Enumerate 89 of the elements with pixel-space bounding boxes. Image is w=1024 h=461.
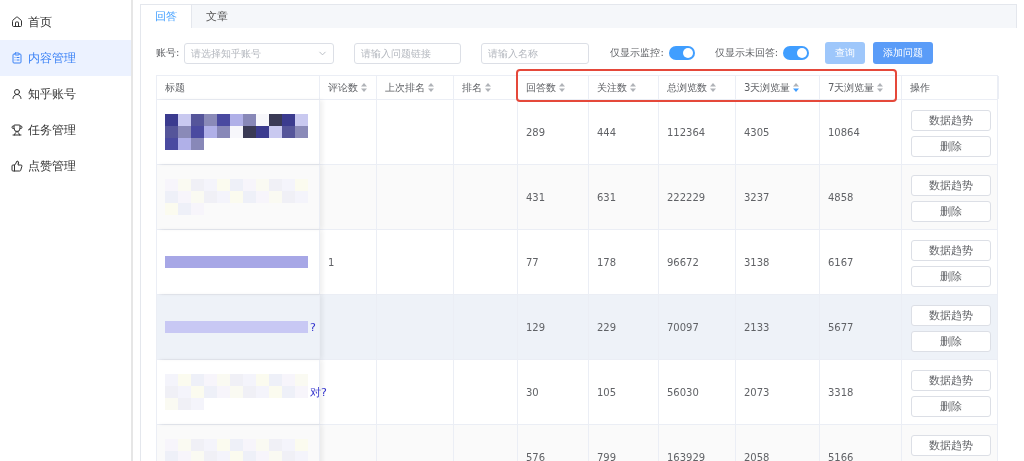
column-header[interactable]: 7天浏览量 — [820, 76, 902, 99]
column-title: 标题 — [165, 80, 185, 95]
column-title: 排名 — [462, 80, 482, 95]
sort-icon[interactable] — [361, 83, 367, 92]
table-cell: 222229 — [659, 165, 736, 229]
column-header[interactable]: 上次排名 — [377, 76, 454, 99]
sort-icon[interactable] — [428, 83, 434, 92]
title-text: ? — [310, 320, 316, 334]
sort-icon[interactable] — [559, 83, 565, 92]
table-cell: 3138 — [736, 230, 820, 294]
sort-icon[interactable] — [877, 83, 884, 92]
toggle-switch[interactable] — [668, 46, 695, 60]
column-header[interactable]: 评论数 — [320, 76, 377, 99]
toggle-switch[interactable] — [783, 46, 810, 60]
data-trend-button[interactable]: 数据趋势 — [911, 110, 991, 131]
table-cell: 70097 — [659, 295, 736, 359]
delete-button[interactable]: 删除 — [911, 266, 991, 287]
home-icon — [11, 16, 23, 28]
table-cell: 576 — [518, 425, 589, 461]
account-label: 账号: — [156, 46, 180, 60]
table-cell: 444 — [589, 100, 659, 164]
table-cell: 178 — [589, 230, 659, 294]
table-cell: 4858 — [820, 165, 902, 229]
column-title: 关注数 — [597, 80, 627, 95]
column-header[interactable]: 排名 — [454, 76, 518, 99]
data-trend-button[interactable]: 数据趋势 — [911, 370, 991, 391]
column-title: 3天浏览量 — [744, 80, 791, 95]
delete-button[interactable]: 删除 — [911, 396, 991, 417]
table-cell: 5677 — [820, 295, 902, 359]
switch-label: 仅显示监控: — [610, 46, 664, 60]
user-icon — [11, 88, 23, 100]
account-select[interactable]: 请选择知乎账号 — [184, 42, 335, 64]
name-input-field[interactable]: 请输入名称 — [481, 42, 590, 64]
sidebar-item[interactable]: 首页 — [0, 4, 131, 40]
column-title: 操作 — [910, 80, 930, 95]
table-cell: 112364 — [659, 100, 736, 164]
table-cell: 3318 — [820, 360, 902, 424]
column-title: 总浏览数 — [667, 80, 707, 95]
table-cell: 2133 — [736, 295, 820, 359]
sidebar-item[interactable]: 任务管理 — [0, 112, 131, 148]
sort-icon[interactable] — [485, 83, 491, 92]
delete-button[interactable]: 删除 — [911, 331, 991, 352]
sort-icon[interactable] — [630, 83, 636, 92]
sort-icon[interactable] — [710, 83, 716, 92]
table-cell: 3237 — [736, 165, 820, 229]
link-input-field[interactable]: 请输入问题链接 — [354, 42, 462, 64]
table-cell: 105 — [589, 360, 659, 424]
sidebar-item[interactable]: 知乎账号 — [0, 76, 131, 112]
table-cell: 96672 — [659, 230, 736, 294]
data-trend-button[interactable]: 数据趋势 — [911, 305, 991, 326]
table-cell: 289 — [518, 100, 589, 164]
sort-icon[interactable] — [793, 83, 800, 92]
thumbs-up-icon — [11, 160, 23, 172]
table-cell: 5166 — [820, 425, 902, 461]
table-cell: 631 — [589, 165, 659, 229]
delete-button[interactable]: 删除 — [911, 201, 991, 222]
column-title: 7天浏览量 — [828, 80, 875, 95]
table-cell: 4305 — [736, 100, 820, 164]
sidebar-item[interactable]: 点赞管理 — [0, 148, 131, 184]
table-cell: 77 — [518, 230, 589, 294]
data-trend-button[interactable]: 数据趋势 — [911, 435, 991, 456]
column-title: 评论数 — [328, 80, 358, 95]
table-cell: 30 — [518, 360, 589, 424]
table-cell: 2058 — [736, 425, 820, 461]
trophy-icon — [11, 124, 23, 136]
sidebar-item[interactable]: 内容管理 — [0, 40, 131, 76]
clipboard-icon — [11, 52, 23, 64]
table-cell: 1 — [320, 230, 377, 294]
table-cell: 56030 — [659, 360, 736, 424]
column-header[interactable]: 总浏览数 — [659, 76, 736, 99]
table-cell: 799 — [589, 425, 659, 461]
table-cell: 10864 — [820, 100, 902, 164]
delete-button[interactable]: 删除 — [911, 136, 991, 157]
table-cell: 431 — [518, 165, 589, 229]
table-cell: 6167 — [820, 230, 902, 294]
data-trend-button[interactable]: 数据趋势 — [911, 240, 991, 261]
title-text: 对? — [310, 384, 327, 400]
switch-label: 仅显示未回答: — [714, 46, 779, 60]
column-header[interactable]: 回答数 — [518, 76, 589, 99]
table-cell: 129 — [518, 295, 589, 359]
table-cell: 163929 — [659, 425, 736, 461]
data-trend-button[interactable]: 数据趋势 — [911, 175, 991, 196]
tab[interactable]: 文章 — [192, 5, 242, 28]
column-title: 上次排名 — [385, 80, 425, 95]
column-header[interactable]: 关注数 — [589, 76, 659, 99]
column-title: 回答数 — [526, 80, 556, 95]
table-cell: 229 — [589, 295, 659, 359]
table-cell: 2073 — [736, 360, 820, 424]
column-header[interactable]: 3天浏览量 — [736, 76, 820, 99]
